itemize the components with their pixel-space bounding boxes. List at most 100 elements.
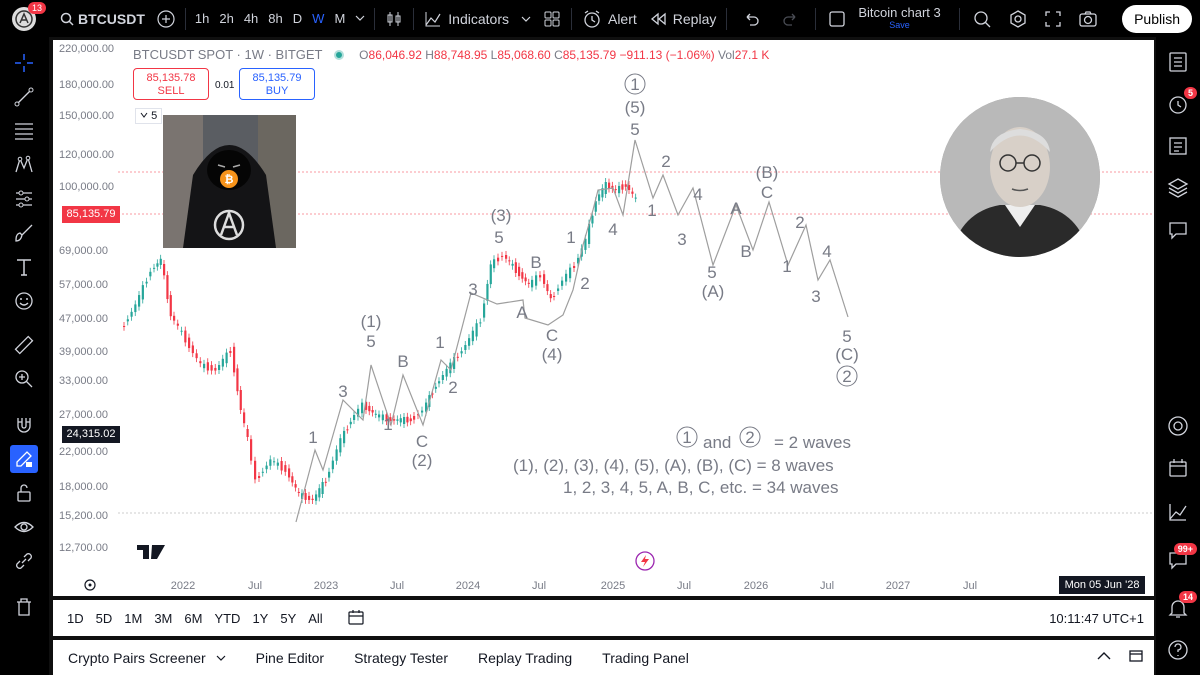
divider [374, 7, 376, 30]
pattern-icon [15, 155, 33, 173]
emoji-tool[interactable] [10, 287, 38, 315]
candle-body [489, 264, 492, 285]
snapshot-button[interactable] [1070, 0, 1106, 37]
magnet-tool[interactable] [10, 411, 38, 439]
quick-search-button[interactable] [964, 0, 1000, 37]
replay-button[interactable]: Replay [643, 0, 723, 37]
chevron-down-icon [355, 15, 365, 21]
symbol-title[interactable]: BTCUSDT SPOT · 1W · BITGET [133, 47, 322, 62]
time-axis-label: Jul [390, 580, 404, 592]
tab-replay-trading[interactable]: Replay Trading [463, 650, 587, 666]
clock-time[interactable]: 10:11:47 UTC+1 [1049, 611, 1144, 626]
tab-trading-panel[interactable]: Trading Panel [587, 650, 704, 666]
price-axis-label: 15,200.00 [59, 510, 108, 522]
candle-body [614, 189, 617, 191]
measure-tool[interactable] [10, 331, 38, 359]
tf-8h[interactable]: 8h [263, 11, 287, 26]
zoom-tool[interactable] [10, 365, 38, 393]
wave-label: 5 [842, 327, 851, 346]
tf-4h[interactable]: 4h [239, 11, 263, 26]
range-6m[interactable]: 6M [178, 611, 208, 626]
layouts-button[interactable] [537, 0, 567, 37]
notifications-button[interactable]: 14 [1163, 591, 1197, 623]
divider [815, 7, 817, 30]
layers-button[interactable] [1163, 173, 1193, 203]
range-1y[interactable]: 1Y [246, 611, 274, 626]
tf-w[interactable]: W [307, 11, 329, 26]
chats-button[interactable] [1163, 215, 1193, 245]
chart-pane[interactable]: 220,000.00 180,000.00 150,000.00 120,000.00… [53, 40, 1154, 596]
indicators-button[interactable]: Indicators [418, 0, 537, 37]
tab-pine-editor[interactable]: Pine Editor [241, 650, 339, 666]
range-1m[interactable]: 1M [118, 611, 148, 626]
settings-button[interactable] [1000, 0, 1036, 37]
symbol-search[interactable]: BTCUSDT [54, 0, 151, 37]
community-button[interactable]: 99+ [1163, 543, 1197, 575]
compare-symbol-button[interactable] [151, 0, 181, 37]
collapse-panel-button[interactable] [1096, 648, 1112, 667]
range-1d[interactable]: 1D [61, 611, 90, 626]
legend-line3: 1, 2, 3, 4, 5, A, B, C, etc. = 34 waves [563, 478, 838, 497]
wave-label: 4 [608, 220, 617, 239]
maximize-panel-button[interactable] [1128, 648, 1144, 667]
fullscreen-button[interactable] [1036, 0, 1070, 37]
pattern-tool[interactable] [10, 151, 38, 179]
timeframe-dropdown[interactable] [350, 11, 370, 26]
brush-tool[interactable] [10, 219, 38, 247]
data-window-button[interactable] [1163, 497, 1193, 527]
tf-m[interactable]: M [329, 11, 350, 26]
help-button[interactable] [1163, 635, 1193, 665]
remove-tool[interactable] [10, 593, 38, 621]
undo-button[interactable] [731, 0, 771, 37]
goto-date-button[interactable] [341, 608, 371, 629]
lots-value: 5 [151, 110, 158, 122]
user-avatar[interactable]: 13 [12, 1, 46, 31]
tf-2h[interactable]: 2h [214, 11, 238, 26]
crosshair-tool[interactable] [10, 49, 38, 77]
cursor-price-tag: 24,315.02 [62, 426, 120, 443]
fib-tool[interactable] [10, 117, 38, 145]
hooded-figure-image: ₿ [163, 115, 296, 248]
tab-screener[interactable]: Crypto Pairs Screener [53, 650, 241, 666]
lock-all-tool[interactable] [10, 479, 38, 507]
range-3m[interactable]: 3M [148, 611, 178, 626]
text-tool[interactable] [10, 253, 38, 281]
tf-d[interactable]: D [288, 11, 307, 26]
candle-body [321, 482, 324, 494]
tab-strategy-tester[interactable]: Strategy Tester [339, 650, 463, 666]
buy-button[interactable]: 85,135.79 BUY [239, 68, 315, 100]
watchlist-button[interactable] [1163, 47, 1193, 77]
ideas-button[interactable] [1163, 411, 1193, 441]
lock-drawing-tool[interactable] [10, 445, 38, 473]
range-all[interactable]: All [302, 611, 328, 626]
object-tree-button[interactable] [1163, 131, 1193, 161]
candle-body [280, 461, 283, 471]
range-5y[interactable]: 5Y [274, 611, 302, 626]
candle-body [163, 264, 166, 276]
alert-button[interactable]: Alert [576, 0, 643, 37]
tf-1h[interactable]: 1h [190, 11, 214, 26]
redo-button[interactable] [771, 0, 811, 37]
quick-search-icon [974, 10, 991, 27]
calendar-button[interactable] [1163, 453, 1193, 483]
chart-type-button[interactable] [379, 0, 409, 37]
settings-small-icon[interactable] [84, 579, 96, 591]
forecast-tool[interactable] [10, 185, 38, 213]
ohlc-legend[interactable]: BTCUSDT SPOT · 1W · BITGET O86,046.92 H8… [133, 47, 769, 62]
trendline-tool[interactable] [10, 83, 38, 111]
lightning-icon[interactable] [635, 551, 655, 571]
range-ytd[interactable]: YTD [208, 611, 246, 626]
candle-body [265, 465, 268, 470]
link-tool[interactable] [10, 547, 38, 575]
sell-button[interactable]: 85,135.78 SELL [133, 68, 209, 100]
publish-button[interactable]: Publish [1122, 4, 1192, 33]
candle-body [524, 277, 527, 282]
candle-body [434, 386, 437, 389]
tab-screener-label: Crypto Pairs Screener [68, 649, 206, 666]
range-5d[interactable]: 5D [90, 611, 119, 626]
hide-tool[interactable] [10, 513, 38, 541]
alerts-button[interactable]: 5 [1163, 87, 1197, 119]
layout-selector[interactable]: Bitcoin chart 3 Save [820, 0, 954, 37]
ruler-icon [14, 335, 34, 355]
lots-selector[interactable]: 5 [135, 108, 163, 124]
